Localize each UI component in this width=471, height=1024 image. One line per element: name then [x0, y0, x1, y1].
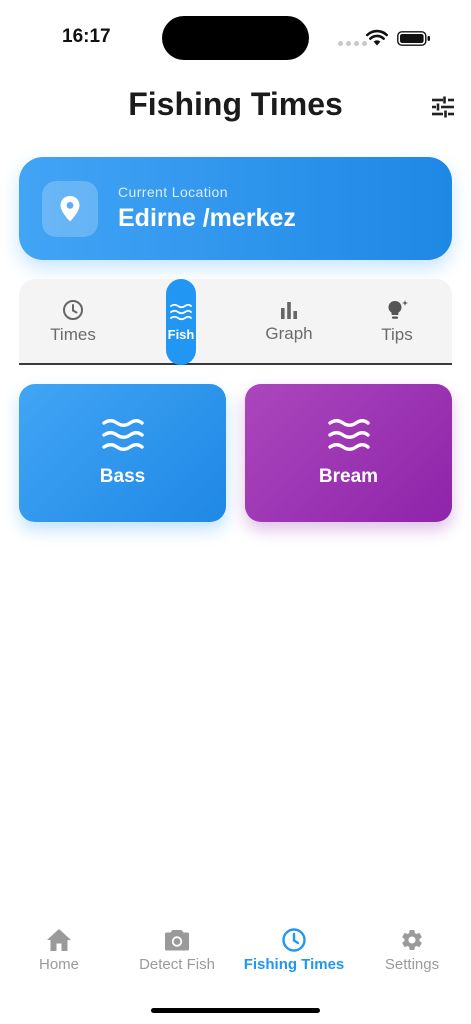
tab-tips-label: Tips	[381, 325, 413, 344]
tune-icon	[432, 96, 454, 118]
home-indicator	[151, 1008, 320, 1013]
tab-tips[interactable]: Tips	[343, 279, 451, 365]
fish-card-bass-label: Bass	[99, 466, 146, 487]
bar-chart-icon	[281, 302, 297, 319]
wifi-icon	[366, 29, 388, 46]
location-pin-icon	[60, 196, 80, 222]
clock-icon	[282, 928, 306, 952]
nav-fishing-times-label: Fishing Times	[243, 956, 345, 973]
nav-fishing-times[interactable]: Fishing Times	[235, 920, 353, 980]
dynamic-island	[162, 16, 309, 60]
nav-home[interactable]: Home	[0, 920, 118, 980]
home-icon	[47, 929, 71, 951]
waves-icon	[170, 303, 192, 320]
nav-settings-label: Settings	[384, 956, 440, 973]
location-value: Edirne /merkez	[118, 204, 296, 232]
bottom-nav: Home Detect Fish Fishing Times Settings	[0, 920, 471, 990]
battery-icon	[397, 31, 430, 46]
cellular-signal-icon	[338, 41, 367, 46]
page-title: Fishing Times	[128, 86, 343, 122]
lightbulb-icon	[388, 300, 408, 319]
location-caption: Current Location	[118, 184, 228, 200]
filter-button[interactable]	[428, 92, 458, 122]
tab-times[interactable]: Times	[19, 279, 127, 365]
status-time: 16:17	[62, 26, 111, 47]
nav-home-label: Home	[38, 956, 79, 973]
clock-icon	[63, 300, 83, 320]
tab-bar: Times Fish Graph Tips	[19, 279, 452, 365]
fish-card-bream[interactable]: Bream	[245, 384, 452, 522]
fish-card-bass[interactable]: Bass	[19, 384, 226, 522]
camera-icon	[165, 930, 189, 951]
gear-icon	[402, 930, 422, 950]
tab-graph-label: Graph	[265, 324, 313, 343]
location-card[interactable]: Current Location Edirne /merkez	[19, 157, 452, 260]
nav-settings[interactable]: Settings	[353, 920, 471, 980]
nav-detect-fish[interactable]: Detect Fish	[118, 920, 236, 980]
waves-icon	[101, 419, 144, 451]
location-icon-box	[42, 181, 98, 237]
nav-detect-fish-label: Detect Fish	[139, 956, 215, 973]
tab-fish-label: Fish	[167, 326, 195, 342]
waves-icon	[327, 419, 370, 451]
tab-times-label: Times	[50, 325, 96, 344]
tab-graph[interactable]: Graph	[235, 279, 343, 365]
tab-fish[interactable]: Fish	[166, 279, 196, 365]
fish-card-bream-label: Bream	[318, 466, 379, 487]
